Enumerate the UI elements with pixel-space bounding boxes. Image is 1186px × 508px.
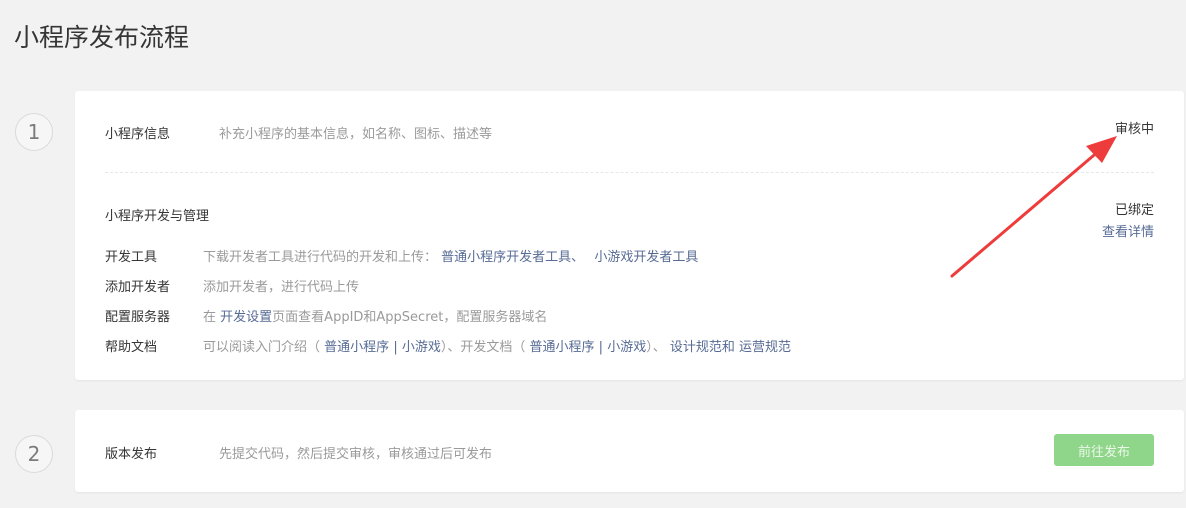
dev-docs-text: ）、开发文档（ [440, 340, 526, 355]
info-status: 审核中 [1114, 122, 1154, 137]
dev-tools-desc: 下载开发者工具进行代码的开发和上传： 普通小程序开发者工具、 小游戏开发者工具 [203, 246, 698, 265]
help-docs-label: 帮助文档 [105, 340, 158, 355]
view-details-link[interactable]: 查看详情 [1102, 221, 1154, 240]
intro-mini-game-link[interactable]: 小游戏 [402, 340, 441, 355]
dev-tools-text: 下载开发者工具进行代码的开发和上传： [203, 250, 438, 265]
docs-mini-program-link[interactable]: 普通小程序 [530, 340, 595, 355]
page-title: 小程序发布流程 [14, 23, 190, 52]
step-number-1: 1 [15, 113, 53, 151]
intro-mini-program-link[interactable]: 普通小程序 [324, 340, 389, 355]
mini-game-tool-link[interactable]: 小游戏开发者工具 [594, 250, 698, 265]
dev-label: 小程序开发与管理 [105, 209, 210, 224]
docs-closing-text: ）、 [646, 340, 666, 355]
docs-mini-game-link[interactable]: 小游戏 [607, 340, 646, 355]
dev-status: 已绑定 [1114, 203, 1154, 218]
section-divider [105, 172, 1154, 173]
dev-tools-label: 开发工具 [105, 250, 158, 265]
operation-spec-link[interactable]: 运营规范 [739, 340, 791, 355]
config-server-prefix: 在 [203, 310, 217, 325]
go-publish-button[interactable]: 前往发布 [1054, 434, 1154, 466]
info-desc: 补充小程序的基本信息，如名称、图标、描述等 [219, 127, 493, 142]
add-developer-label: 添加开发者 [105, 280, 171, 295]
dev-settings-link[interactable]: 开发设置 [220, 310, 272, 325]
step-1-card: 小程序信息 补充小程序的基本信息，如名称、图标、描述等 审核中 小程序开发与管理… [75, 91, 1184, 380]
info-label: 小程序信息 [105, 127, 171, 142]
mini-program-tool-link[interactable]: 普通小程序开发者工具、 [441, 250, 584, 265]
add-developer-desc: 添加开发者，进行代码上传 [203, 280, 360, 295]
help-docs-desc: 可以阅读入门介绍（ 普通小程序 | 小游戏）、开发文档（ 普通小程序 | 小游戏… [203, 336, 791, 355]
release-desc: 先提交代码，然后提交审核，审核通过后可发布 [219, 447, 493, 462]
intro-separator: | [393, 340, 398, 355]
step-2-card: 版本发布 先提交代码，然后提交审核，审核通过后可发布 前往发布 [75, 410, 1184, 492]
design-spec-link[interactable]: 设计规范和 [670, 340, 735, 355]
release-label: 版本发布 [105, 447, 158, 462]
step-number-2: 2 [15, 435, 53, 473]
config-server-desc: 在 开发设置页面查看AppID和AppSecret，配置服务器域名 [203, 306, 547, 325]
config-server-label: 配置服务器 [105, 310, 171, 325]
intro-text: 可以阅读入门介绍（ [203, 340, 321, 355]
config-server-suffix: 页面查看AppID和AppSecret，配置服务器域名 [272, 310, 548, 325]
docs-separator: | [598, 340, 604, 355]
